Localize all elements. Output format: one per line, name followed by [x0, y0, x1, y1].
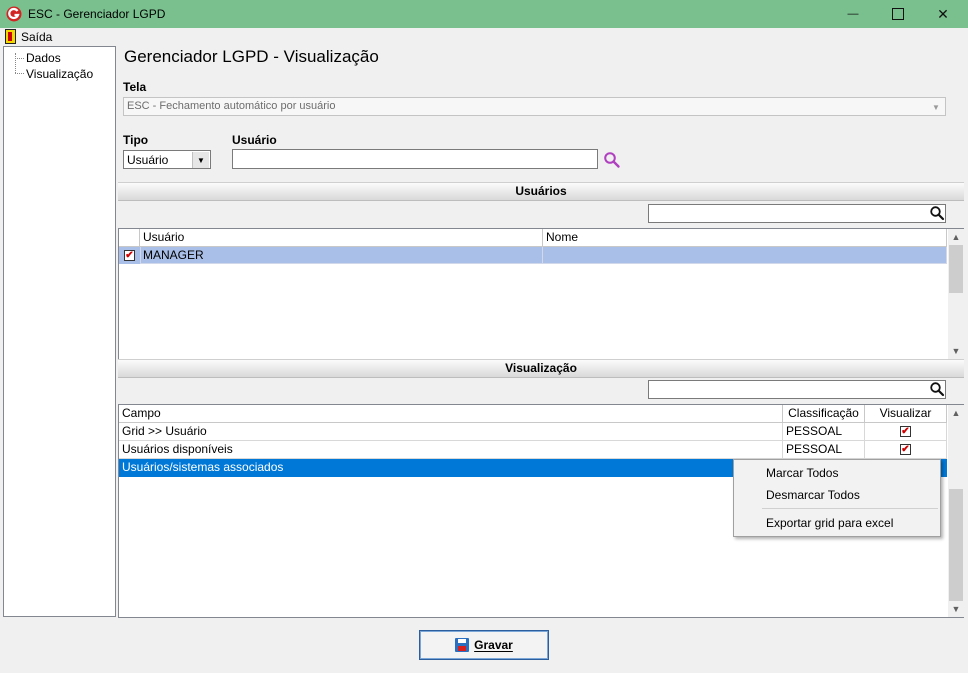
cell-classificacao: PESSOAL	[783, 423, 865, 441]
cell-visualizar[interactable]: ✔	[865, 441, 947, 459]
menu-bar	[0, 28, 968, 46]
row-checkbox-cell[interactable]: ✔	[119, 247, 141, 264]
tela-select[interactable]: ESC - Fechamento automático por usuário …	[123, 97, 946, 116]
tree-connector	[15, 53, 16, 73]
table-row[interactable]: Grid >> Usuário PESSOAL ✔	[119, 423, 947, 441]
visualizacao-vertical-scrollbar[interactable]: ▲ ▼	[948, 405, 964, 617]
usuarios-filter-input[interactable]	[648, 204, 946, 223]
visualizacao-column-classificacao[interactable]: Classificação	[783, 405, 865, 423]
context-menu-exportar-excel[interactable]: Exportar grid para excel	[766, 516, 893, 530]
minimize-button[interactable]: —	[830, 0, 876, 28]
cell-classificacao: PESSOAL	[783, 441, 865, 459]
exit-door-icon[interactable]	[5, 29, 16, 44]
tela-label: Tela	[123, 80, 147, 94]
cell-visualizar[interactable]: ✔	[865, 423, 947, 441]
scroll-down-icon[interactable]: ▼	[948, 601, 964, 617]
search-icon[interactable]	[603, 151, 621, 169]
cell-usuario: MANAGER	[140, 247, 543, 264]
scrollbar-thumb[interactable]	[949, 245, 963, 293]
navigation-tree: Dados Visualização	[3, 46, 116, 617]
tree-item-dados[interactable]: Dados	[26, 51, 61, 65]
context-menu-separator	[762, 508, 938, 509]
tree-item-visualizacao[interactable]: Visualização	[26, 67, 93, 81]
menu-exit[interactable]: Saída	[21, 30, 52, 44]
table-row[interactable]: ✔ MANAGER	[119, 247, 947, 264]
context-menu: Marcar Todos Desmarcar Todos Exportar gr…	[733, 459, 941, 537]
save-button[interactable]: Gravar	[419, 630, 549, 660]
tela-select-value: ESC - Fechamento automático por usuário	[127, 100, 336, 112]
visualizacao-section-header: Visualização	[118, 359, 964, 378]
table-row[interactable]: Usuários disponíveis PESSOAL ✔	[119, 441, 947, 459]
usuario-input[interactable]	[232, 149, 598, 169]
usuarios-grid: Usuário Nome ✔ MANAGER ▲ ▼	[118, 228, 964, 360]
usuarios-column-nome[interactable]: Nome	[543, 229, 947, 247]
floppy-disk-icon	[455, 638, 470, 652]
search-icon[interactable]	[929, 205, 945, 221]
tipo-label: Tipo	[123, 133, 149, 147]
maximize-button[interactable]	[875, 0, 921, 28]
chevron-down-icon: ▼	[932, 102, 940, 112]
visualizacao-column-visualizar[interactable]: Visualizar	[865, 405, 947, 423]
tree-connector	[15, 58, 24, 59]
visualizacao-filter-input[interactable]	[648, 380, 946, 399]
tipo-select[interactable]: Usuário ▼	[123, 150, 211, 169]
cell-campo: Usuários/sistemas associados	[119, 459, 783, 477]
search-icon[interactable]	[929, 381, 945, 397]
window-title: ESC - Gerenciador LGPD	[28, 7, 166, 21]
usuario-label: Usuário	[232, 133, 277, 147]
app-logo-icon	[6, 6, 22, 22]
usuarios-check-column-header	[119, 229, 140, 247]
scroll-up-icon[interactable]: ▲	[948, 229, 964, 245]
visualizacao-column-campo[interactable]: Campo	[119, 405, 783, 423]
scroll-down-icon[interactable]: ▼	[948, 343, 964, 359]
cell-nome	[543, 247, 947, 264]
tipo-select-value: Usuário	[127, 153, 169, 167]
checkbox-checked-icon[interactable]: ✔	[900, 444, 911, 455]
maximize-icon	[892, 8, 904, 20]
usuarios-section-header: Usuários	[118, 182, 964, 201]
checkbox-checked-icon[interactable]: ✔	[124, 250, 135, 261]
usuarios-vertical-scrollbar[interactable]: ▲ ▼	[948, 229, 964, 359]
tree-connector	[15, 73, 24, 74]
context-menu-marcar-todos[interactable]: Marcar Todos	[766, 466, 838, 480]
chevron-down-icon: ▼	[192, 152, 209, 168]
cell-campo: Grid >> Usuário	[119, 423, 783, 441]
close-icon: ✕	[937, 5, 949, 22]
context-menu-desmarcar-todos[interactable]: Desmarcar Todos	[766, 488, 860, 502]
usuarios-column-usuario[interactable]: Usuário	[140, 229, 543, 247]
scrollbar-thumb[interactable]	[949, 489, 963, 601]
scroll-up-icon[interactable]: ▲	[948, 405, 964, 421]
page-title: Gerenciador LGPD - Visualização	[124, 47, 379, 66]
save-button-label: Gravar	[474, 638, 513, 652]
checkbox-checked-icon[interactable]: ✔	[900, 426, 911, 437]
cell-campo: Usuários disponíveis	[119, 441, 783, 459]
minimize-icon: —	[847, 8, 859, 20]
close-button[interactable]: ✕	[920, 0, 966, 28]
